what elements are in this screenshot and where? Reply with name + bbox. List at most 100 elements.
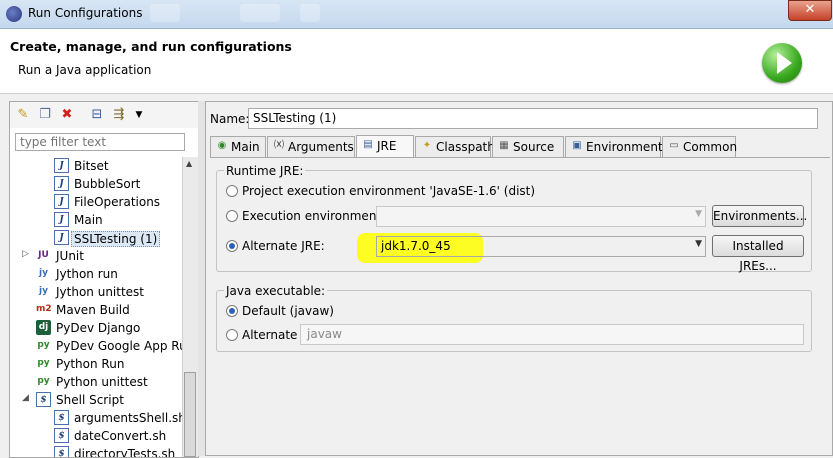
alternate-jre-select[interactable]: jdk1.7.0_45 ▼ <box>376 236 706 257</box>
config-type-icon: dj <box>36 320 51 335</box>
config-type-icon: py <box>37 340 50 350</box>
background-window-ghost <box>300 4 320 22</box>
tab-common[interactable]: ▭ Common <box>662 136 738 157</box>
collapse-all-icon[interactable]: ⊟ <box>88 106 106 124</box>
tree-item[interactable]: J Bitset <box>10 157 182 175</box>
scroll-up-icon[interactable]: ▲ <box>186 159 192 168</box>
chevron-down-icon: ▼ <box>695 239 702 249</box>
tree-item[interactable]: ◢ $ Shell Script <box>10 391 182 409</box>
tree-item[interactable]: ▷ JU JUnit <box>10 247 182 265</box>
alternate-executable-radio[interactable] <box>226 329 238 341</box>
alternate-jre-label: Alternate JRE: <box>242 239 325 253</box>
tree-item[interactable]: py PyDev Google App Run <box>10 337 182 355</box>
config-type-icon: J <box>54 176 69 191</box>
dialog-header: Create, manage, and run configurations R… <box>0 29 833 94</box>
new-config-icon[interactable]: ✎ <box>14 106 32 124</box>
default-executable-radio[interactable] <box>226 305 238 317</box>
tree-item-label: Bitset <box>74 159 109 173</box>
tree-scrollbar[interactable]: ▲ <box>182 157 198 457</box>
execution-env-select[interactable]: ▼ <box>376 206 706 227</box>
tree-item-label: Shell Script <box>56 393 124 407</box>
config-type-icon: J <box>54 158 69 173</box>
header-subtitle: Run a Java application <box>18 63 152 77</box>
tree-item[interactable]: J FileOperations <box>10 193 182 211</box>
config-type-icon: J <box>54 194 69 209</box>
filter-icon[interactable]: ⇶ <box>110 106 128 124</box>
config-type-icon: J <box>54 212 69 227</box>
scrollbar-thumb[interactable] <box>184 372 196 457</box>
tree-item[interactable]: $ directoryTests.sh <box>10 445 182 457</box>
tree-item[interactable]: J SSLTesting (1) <box>10 229 182 247</box>
project-env-radio[interactable] <box>226 185 238 197</box>
tree-item[interactable]: dj PyDev Django <box>10 319 182 337</box>
common-tab-icon: ▭ <box>669 140 679 151</box>
alternate-jre-value: jdk1.7.0_45 <box>381 239 451 253</box>
title-bar: Run Configurations ✕ <box>0 0 833 29</box>
expander-icon[interactable]: ▷ <box>22 249 34 259</box>
tab-jre[interactable]: ▤ JRE <box>356 135 414 158</box>
filter-input[interactable] <box>15 133 185 151</box>
eclipse-icon <box>6 6 22 22</box>
tree-item[interactable]: $ dateConvert.sh <box>10 427 182 445</box>
source-tab-icon: ▦ <box>499 140 509 151</box>
config-type-icon: $ <box>54 410 69 425</box>
runtime-jre-title: Runtime JRE: <box>224 164 306 178</box>
tree-item-label: Main <box>74 213 103 227</box>
name-field[interactable]: SSLTesting (1) <box>248 108 818 129</box>
tree-item[interactable]: jy Jython unittest <box>10 283 182 301</box>
tab-label: Common <box>683 140 738 154</box>
delete-icon[interactable]: ✖ <box>58 106 76 124</box>
tree-item[interactable]: $ argumentsShell.sh <box>10 409 182 427</box>
tree-item-label: FileOperations <box>74 195 161 209</box>
tab-environment[interactable]: ▣ Environment <box>565 136 663 157</box>
tree-item-label: SSLTesting (1) <box>71 231 161 247</box>
tree-item[interactable]: py Python unittest <box>10 373 182 391</box>
configuration-editor: Name: SSLTesting (1) ◉ Main ⒳ Arguments ▤ JRE… <box>205 101 833 456</box>
tree-item-label: Python unittest <box>56 375 148 389</box>
jre-tab-icon: ▤ <box>363 139 373 150</box>
background-window-ghost <box>150 4 180 22</box>
chevron-down-icon: ▼ <box>695 209 702 219</box>
config-type-icon: J <box>54 230 69 245</box>
tab-classpath[interactable]: ✦ Classpath <box>415 136 495 157</box>
tab-bar: ◉ Main ⒳ Arguments ▤ JRE ✦ Classpath ▦ Source ▣ Env… <box>210 135 830 158</box>
tree-item-label: Jython run <box>56 267 118 281</box>
alternate-executable-input[interactable]: javaw <box>300 324 804 345</box>
tab-label: Source <box>513 140 555 154</box>
duplicate-icon[interactable]: ❐ <box>36 106 54 124</box>
config-type-icon: $ <box>54 428 69 443</box>
close-button[interactable]: ✕ <box>788 0 832 21</box>
expander-icon[interactable]: ◢ <box>22 393 34 403</box>
tab-main[interactable]: ◉ Main <box>210 136 266 157</box>
config-type-icon: $ <box>36 392 51 407</box>
installed-jres-button[interactable]: Installed JREs... <box>712 235 804 273</box>
config-type-icon: py <box>37 358 50 368</box>
background-window-ghost <box>240 4 280 22</box>
tree-item-label: Jython unittest <box>56 285 145 299</box>
tree-item[interactable]: m2 Maven Build <box>10 301 182 319</box>
alternate-jre-radio[interactable] <box>226 240 238 252</box>
execution-env-label: Execution environment: <box>242 209 386 223</box>
execution-env-radio[interactable] <box>226 210 238 222</box>
java-executable-title: Java executable: <box>224 284 328 298</box>
tab-label: Arguments <box>288 140 354 154</box>
tree-item-label: BubbleSort <box>74 177 141 191</box>
dropdown-icon[interactable]: ▼ <box>130 106 148 124</box>
config-type-icon: $ <box>54 446 69 457</box>
tree-item[interactable]: jy Jython run <box>10 265 182 283</box>
environments-button[interactable]: Environments... <box>712 205 807 227</box>
configuration-tree: J Bitset J BubbleSort J FileOperations J Main J S… <box>10 157 182 457</box>
tree-item-label: PyDev Google App Run <box>56 339 182 353</box>
tab-source[interactable]: ▦ Source <box>492 136 564 157</box>
project-env-label: Project execution environment 'JavaSE-1.… <box>242 184 536 198</box>
list-toolbar: ✎ ❐ ✖ ⊟ ⇶ ▼ <box>10 102 198 128</box>
environment-tab-icon: ▣ <box>572 140 582 151</box>
tree-item[interactable]: py Python Run <box>10 355 182 373</box>
tab-arguments[interactable]: ⒳ Arguments <box>267 136 355 157</box>
tab-label: JRE <box>377 139 397 153</box>
tree-item-label: PyDev Django <box>56 321 141 335</box>
default-executable-label: Default (javaw) <box>242 304 334 318</box>
tree-item[interactable]: J Main <box>10 211 182 229</box>
main-tab-icon: ◉ <box>217 140 227 151</box>
tree-item[interactable]: J BubbleSort <box>10 175 182 193</box>
